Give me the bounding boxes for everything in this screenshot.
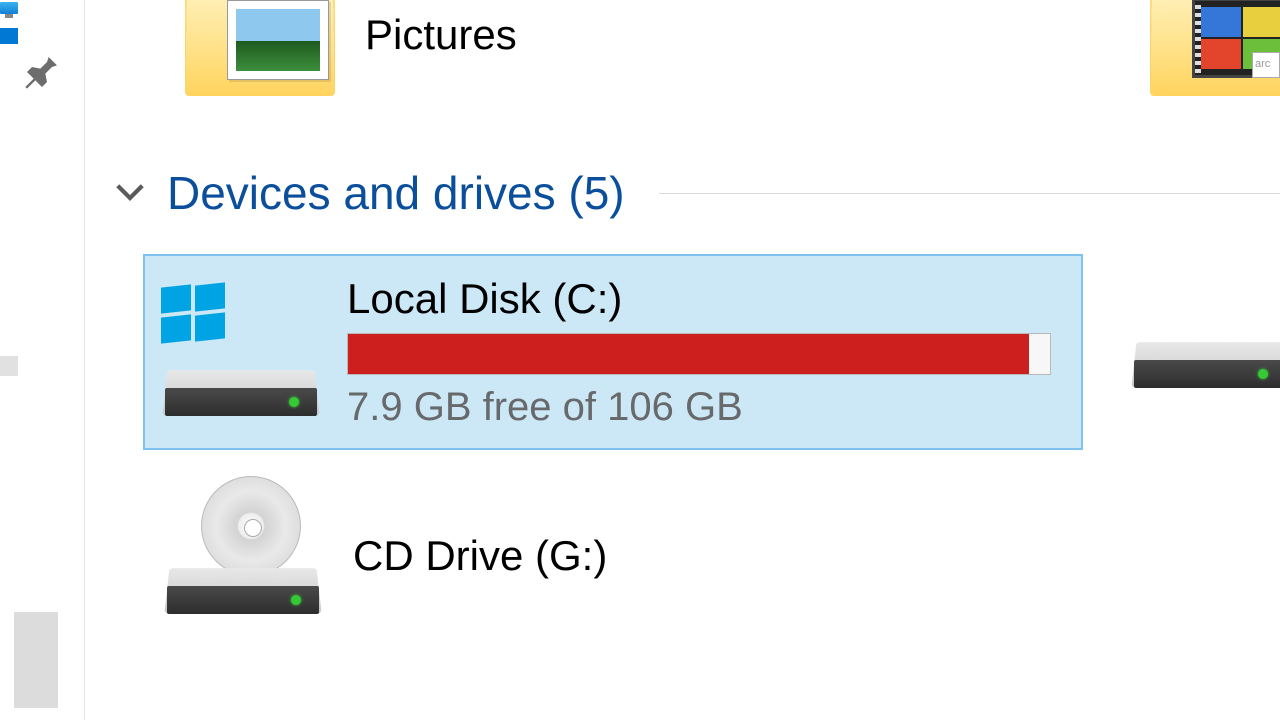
- drive-name: CD Drive (G:): [353, 532, 607, 580]
- quick-access-highlight[interactable]: [0, 28, 18, 44]
- nav-item-stub[interactable]: [14, 612, 58, 708]
- section-title: Devices and drives (5): [167, 166, 625, 220]
- chevron-down-icon: [109, 170, 151, 217]
- drive-info: Local Disk (C:) 7.9 GB free of 106 GB: [347, 275, 1081, 430]
- storage-bar-fill: [348, 334, 1029, 374]
- drive-secondary[interactable]: [1130, 320, 1280, 430]
- drive-cd-g[interactable]: CD Drive (G:): [163, 476, 607, 636]
- content-area: Pictures arc Devices and drives (5) Loca…: [85, 0, 1280, 720]
- nav-item-stub[interactable]: [0, 356, 18, 376]
- folder-pictures[interactable]: Pictures: [185, 0, 517, 100]
- storage-bar: [347, 333, 1051, 375]
- cd-drive-icon: [163, 476, 323, 636]
- divider: [659, 193, 1280, 194]
- nav-sidebar-sliver: [0, 0, 85, 720]
- drive-icon: [1130, 320, 1280, 430]
- folder-icon: [1150, 0, 1280, 100]
- folder-icon: [185, 0, 335, 100]
- drive-free-text: 7.9 GB free of 106 GB: [347, 385, 1081, 430]
- drive-local-disk-c[interactable]: Local Disk (C:) 7.9 GB free of 106 GB: [143, 254, 1083, 450]
- windows-logo-icon: [161, 286, 225, 346]
- folder-label: Pictures: [365, 11, 517, 59]
- drive-icon: [161, 272, 321, 432]
- drive-name: Local Disk (C:): [347, 275, 1081, 323]
- search-input-fragment[interactable]: arc: [1252, 52, 1280, 78]
- section-header-devices[interactable]: Devices and drives (5): [109, 166, 1280, 220]
- pin-icon: [22, 52, 62, 97]
- monitor-icon: [0, 2, 18, 14]
- disc-icon: [201, 476, 301, 576]
